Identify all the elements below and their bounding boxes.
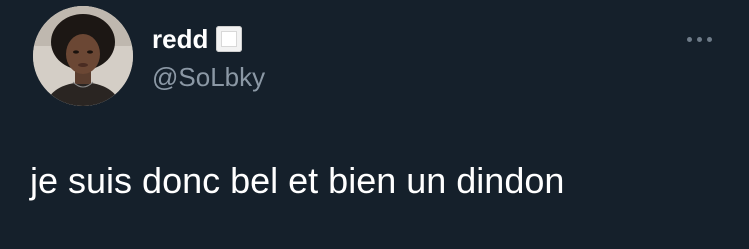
display-name[interactable]: redd [152, 22, 243, 56]
user-handle[interactable]: @SoLbky [152, 60, 265, 94]
dot [706, 36, 712, 42]
avatar[interactable] [33, 6, 133, 106]
white-square-button-icon [216, 26, 243, 52]
dot [696, 36, 702, 42]
avatar-image [33, 6, 133, 106]
tweet-text: je suis donc bel et bien un dindon [30, 160, 565, 201]
dot [686, 36, 692, 42]
more-horizontal-icon[interactable] [682, 28, 716, 50]
display-name-text: redd [152, 24, 209, 54]
tweet-card: redd @SoLbky je suis donc bel et bien un… [0, 0, 749, 249]
